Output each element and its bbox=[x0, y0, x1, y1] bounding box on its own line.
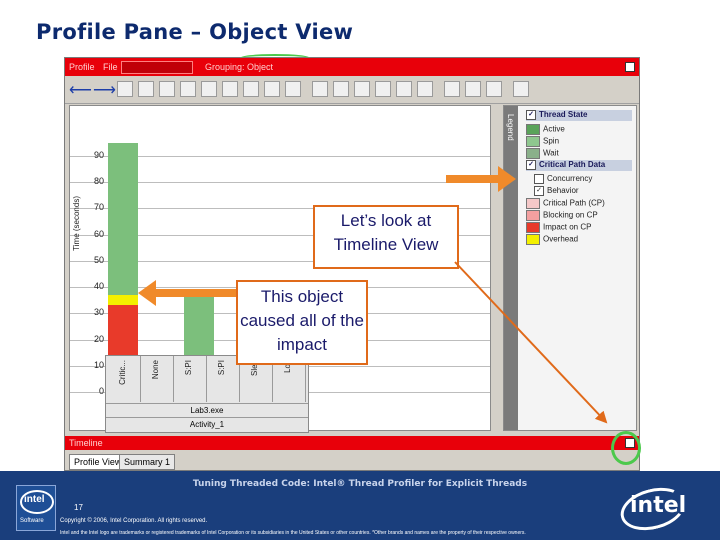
arrow-overlay bbox=[138, 166, 608, 424]
trademark: Intel and the Intel logo are trademarks … bbox=[60, 530, 526, 536]
intel-software-logo: intel Software bbox=[16, 485, 56, 531]
object-arrow-head bbox=[138, 280, 156, 306]
page-number: 17 bbox=[74, 503, 83, 512]
copyright: Copyright © 2006, Intel Corporation. All… bbox=[60, 518, 208, 524]
intel-logo-text: intel bbox=[630, 493, 687, 518]
footer-title: Tuning Threaded Code: Intel® Thread Prof… bbox=[192, 479, 528, 489]
legend-arrow-head bbox=[498, 166, 516, 192]
intel-logo: intel bbox=[615, 481, 691, 537]
intel-logo-left-sub: Software bbox=[20, 518, 44, 524]
intel-logo-left-text: intel bbox=[24, 494, 45, 505]
timeline-arrow bbox=[454, 261, 608, 424]
